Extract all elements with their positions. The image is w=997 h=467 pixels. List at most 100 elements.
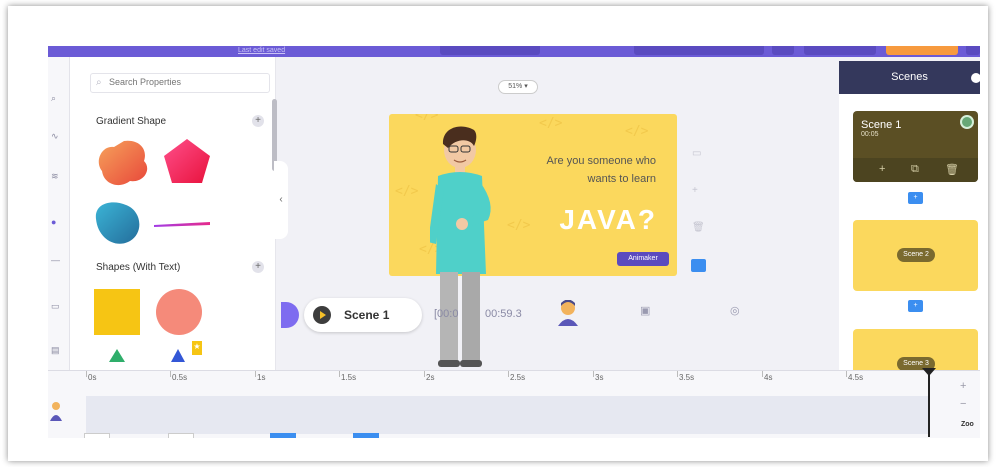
track-handle[interactable] — [168, 433, 194, 438]
delete-icon[interactable]: 🗑 — [945, 163, 959, 176]
headline-text[interactable]: Are you someone who wants to learn — [547, 152, 656, 188]
gradient-pentagon-shape[interactable] — [162, 137, 212, 185]
share-button[interactable] — [804, 46, 876, 55]
headline-line-2: wants to learn — [587, 173, 656, 185]
zoom-in-icon[interactable]: + — [960, 380, 966, 392]
coral-circle-shape[interactable] — [156, 289, 202, 335]
java-title-text[interactable]: JAVA? — [559, 204, 657, 236]
brush-icon[interactable]: ∿ — [51, 131, 61, 141]
code-watermark-icon: </> — [625, 124, 649, 139]
ruler-tick-line — [677, 371, 678, 377]
properties-icon[interactable]: — — [51, 255, 61, 265]
media-icon[interactable]: ▤ — [51, 345, 61, 355]
character-figure[interactable] — [430, 124, 502, 370]
ruler-tick: 3s — [595, 373, 604, 382]
comment-icon[interactable]: ▭ — [692, 148, 701, 159]
gradient-splash-shape[interactable] — [94, 137, 154, 191]
timeline: 0s 0.5s 1s 1.5s 2s 2.5s 3s 3.5s 4s 4.5s — [48, 368, 980, 438]
delete-icon[interactable]: 🗑 — [692, 222, 705, 233]
ruler-tick-line — [846, 371, 847, 377]
timeline-track[interactable] — [86, 396, 930, 434]
duplicate-icon[interactable]: ⧉ — [911, 163, 919, 176]
fullscreen-icon[interactable]: ◎ — [730, 304, 740, 317]
zoom-out-icon[interactable]: − — [960, 398, 966, 410]
ruler-tick: 0.5s — [172, 373, 188, 382]
character-avatar-icon[interactable] — [556, 300, 580, 328]
ruler-tick-line — [762, 371, 763, 377]
play-icon[interactable] — [313, 306, 331, 324]
ruler-tick-line — [339, 371, 340, 377]
screen-icon[interactable]: ▣ — [640, 304, 650, 317]
scene-duration: 00:05 — [861, 131, 879, 138]
ruler-tick: 4.5s — [848, 373, 864, 382]
add-icon[interactable]: + — [879, 163, 885, 175]
zoom-label: Zoo — [961, 421, 974, 428]
character-icon[interactable]: ● — [51, 217, 61, 227]
layers-icon[interactable]: ≋ — [51, 171, 61, 181]
search-icon[interactable]: ⌕ — [51, 93, 61, 103]
timeline-playhead[interactable] — [922, 368, 936, 437]
code-watermark-icon: </> — [395, 184, 419, 199]
blue-action-button[interactable] — [691, 259, 706, 272]
headline-line-1: Are you someone who — [546, 155, 656, 167]
code-watermark-icon: </> — [507, 218, 531, 233]
green-triangle-shape[interactable] — [108, 347, 126, 363]
gradient-brush-stroke-shape[interactable] — [152, 217, 212, 231]
preview-button[interactable] — [440, 46, 540, 55]
animaker-editor: Last edit saved ⌕ ∿ ≋ ● — ▭ ▤ ⌕ Gradient… — [48, 46, 980, 438]
project-name-field[interactable] — [634, 46, 764, 55]
scenes-panel-toggle[interactable] — [971, 73, 980, 83]
publish-button[interactable] — [886, 46, 958, 55]
premium-star-icon: ★ — [192, 341, 202, 355]
ruler-tick-line — [86, 371, 87, 377]
settings-button[interactable] — [772, 46, 794, 55]
ruler-tick: 1s — [257, 373, 266, 382]
add-icon[interactable]: + — [692, 185, 698, 196]
top-toolbar: Last edit saved — [48, 46, 980, 57]
add-gradient-shape-button[interactable]: + — [252, 115, 264, 127]
ruler-tick: 2s — [426, 373, 435, 382]
yellow-square-shape[interactable] — [94, 289, 140, 335]
gradient-blob-shape[interactable] — [90, 197, 144, 247]
scene-name: Scene 2 — [897, 248, 935, 262]
ruler-tick: 3.5s — [679, 373, 695, 382]
canvas-zoom-select[interactable]: 51% ▾ — [498, 80, 538, 94]
add-scene-button[interactable]: + — [908, 300, 923, 312]
text-icon[interactable]: ▭ — [51, 301, 61, 311]
properties-search[interactable]: ⌕ — [90, 73, 270, 93]
track-marker[interactable] — [353, 433, 379, 438]
shapes-with-text-heading: Shapes (With Text) — [96, 262, 181, 273]
last-saved-link[interactable]: Last edit saved — [238, 47, 285, 54]
current-time: [00:0 — [434, 308, 459, 320]
scene-card-2[interactable]: Scene 2 — [853, 220, 978, 291]
properties-search-input[interactable] — [109, 77, 259, 87]
ruler-tick: 2.5s — [510, 373, 526, 382]
animaker-badge: Animaker — [617, 252, 669, 266]
ruler-tick-line — [593, 371, 594, 377]
profile-button[interactable] — [966, 46, 980, 55]
total-time: 00:59.3 — [485, 308, 522, 320]
collapse-playback-button[interactable] — [281, 302, 299, 328]
ruler-tick: 1.5s — [341, 373, 357, 382]
ruler-tick-line — [255, 371, 256, 377]
blue-triangle-shape[interactable] — [170, 347, 186, 363]
code-watermark-icon: </> — [415, 114, 439, 123]
scene-avatar-icon — [960, 115, 974, 129]
add-text-shape-button[interactable]: + — [252, 261, 264, 273]
scene-card-tools: + ⧉ 🗑 — [853, 158, 978, 182]
scene-name: Scene 1 — [861, 119, 902, 131]
ruler-tick-line — [424, 371, 425, 377]
add-scene-button[interactable]: + — [908, 192, 923, 204]
ruler-tick: 0s — [88, 373, 97, 382]
track-handle[interactable] — [84, 433, 110, 438]
scenes-panel-title: Scenes — [839, 61, 980, 94]
character-track-icon[interactable] — [50, 401, 62, 423]
collapse-panel-chevron-icon[interactable]: ‹ — [274, 161, 288, 239]
ruler-tick-line — [170, 371, 171, 377]
screenshot-frame: Last edit saved ⌕ ∿ ≋ ● — ▭ ▤ ⌕ Gradient… — [8, 6, 988, 461]
properties-panel: ⌕ Gradient Shape + Shapes (With Text) + … — [70, 57, 277, 370]
scene-playback-control[interactable]: Scene 1 — [304, 298, 422, 332]
scene-card-1[interactable]: Scene 1 00:05 + ⧉ 🗑 — [853, 111, 978, 182]
search-icon: ⌕ — [96, 77, 102, 88]
track-marker[interactable] — [270, 433, 296, 438]
